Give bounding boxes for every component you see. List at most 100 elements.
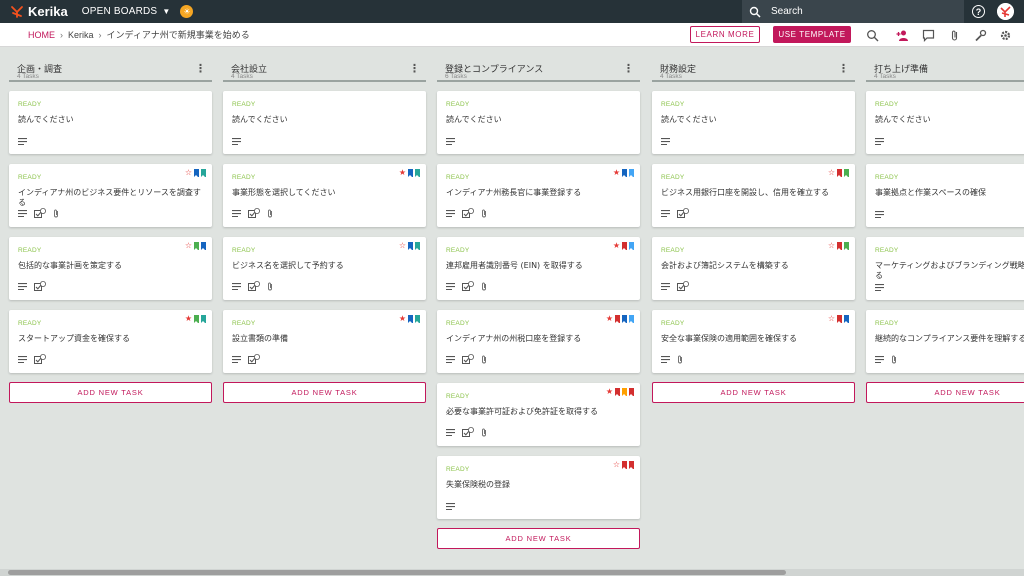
learn-more-button[interactable]: LEARN MORE (690, 26, 760, 43)
card-icons (446, 138, 455, 145)
checklist-icon (462, 427, 474, 437)
task-card[interactable]: ☆ READY ビジネス用銀行口座を開設し、信用を確立する (652, 164, 855, 227)
column-task-count: 4 Tasks (874, 73, 896, 80)
star-icon[interactable]: ★ (613, 242, 620, 250)
breadcrumb-home[interactable]: HOME (28, 30, 55, 40)
checklist-icon (248, 281, 260, 291)
search-label: Search (771, 6, 803, 17)
bookmark-flag-icon (844, 315, 849, 323)
wrench-icon[interactable] (974, 29, 987, 42)
add-new-task-button[interactable]: ADD NEW TASK (437, 528, 640, 549)
description-icon (232, 355, 241, 363)
star-icon[interactable]: ★ (613, 169, 620, 177)
attachment-icon (482, 355, 486, 363)
card-icons (661, 355, 683, 364)
task-card[interactable]: ★ READY 事業形態を選択してください (223, 164, 426, 227)
attachment-icon (482, 428, 486, 436)
task-card[interactable]: READY 読んでください (223, 91, 426, 154)
description-icon (18, 138, 27, 145)
column-task-count: 4 Tasks (660, 73, 682, 80)
more-vertical-icon[interactable]: ⋮ (838, 63, 849, 74)
open-boards-menu[interactable]: OPEN BOARDS ▼ (82, 6, 171, 17)
card-status: READY (661, 247, 685, 254)
add-person-icon[interactable] (896, 29, 909, 42)
avatar[interactable] (997, 3, 1014, 20)
more-vertical-icon[interactable]: ⋮ (623, 63, 634, 74)
task-card[interactable]: READY 読んでください (652, 91, 855, 154)
task-card[interactable]: READY 読んでください (437, 91, 640, 154)
task-card[interactable]: ★ READY インディアナ州務長官に事業登録する (437, 164, 640, 227)
star-icon[interactable]: ★ (399, 169, 406, 177)
task-card[interactable]: ☆ READY 会計および簿記システムを構築する (652, 237, 855, 300)
kerika-logo[interactable]: Kerika (10, 4, 68, 19)
description-icon (446, 355, 455, 363)
card-title: 安全な事業保険の適用範囲を確保する (661, 334, 797, 343)
star-outline-icon[interactable]: ☆ (399, 242, 406, 250)
task-card[interactable]: ☆ READY インディアナ州のビジネス要件とリソースを調査する (9, 164, 212, 227)
card-icons (18, 208, 59, 218)
more-vertical-icon[interactable]: ⋮ (409, 63, 420, 74)
chevron-right-icon: › (60, 29, 63, 40)
attachment-icon (54, 209, 58, 217)
task-card[interactable]: ★ READY 必要な事業許可証および免許証を取得する (437, 383, 640, 446)
use-template-button[interactable]: USE TEMPLATE (773, 26, 851, 43)
bookmark-flag-icon (629, 315, 634, 323)
more-vertical-icon[interactable]: ⋮ (195, 63, 206, 74)
gear-icon[interactable] (999, 29, 1012, 42)
bookmark-flag-icon (415, 169, 420, 177)
task-card[interactable]: READY マーケティングおよびブランディング戦略を策定する (866, 237, 1024, 300)
board-column: 企画・調査 4 Tasks ⋮ READY 読んでください ☆ READY インディアナ州のビ… (9, 58, 212, 403)
chat-icon[interactable] (922, 29, 935, 42)
description-icon (661, 138, 670, 145)
card-status: READY (446, 466, 470, 473)
card-title: ビジネス名を選択して予約する (232, 261, 344, 270)
add-new-task-button[interactable]: ADD NEW TASK (9, 382, 212, 403)
task-card[interactable]: ★ READY インディアナ州の州税口座を登録する (437, 310, 640, 373)
horizontal-scrollbar[interactable] (0, 569, 1024, 576)
open-boards-label: OPEN BOARDS (81, 6, 158, 17)
task-card[interactable]: READY 読んでください (866, 91, 1024, 154)
star-outline-icon[interactable]: ☆ (185, 242, 192, 250)
bookmark-flag-icon (408, 315, 413, 323)
task-card[interactable]: ☆ READY ビジネス名を選択して予約する (223, 237, 426, 300)
star-outline-icon[interactable]: ☆ (613, 461, 620, 469)
search-bar[interactable]: Search (742, 0, 964, 23)
card-title: 事業形態を選択してください (232, 188, 336, 197)
star-outline-icon[interactable]: ☆ (828, 242, 835, 250)
card-title: 包括的な事業計画を策定する (18, 261, 122, 270)
task-card[interactable]: READY 継続的なコンプライアンス要件を理解する (866, 310, 1024, 373)
help-icon[interactable]: ? (972, 5, 985, 18)
attachment-icon (678, 355, 682, 364)
star-icon[interactable]: ★ (185, 315, 192, 323)
add-new-task-button[interactable]: ADD NEW TASK (223, 382, 426, 403)
task-card[interactable]: ☆ READY 失業保険税の登録 (437, 456, 640, 519)
card-flags: ☆ (828, 169, 849, 177)
search-icon (749, 6, 761, 18)
scrollbar-thumb[interactable] (8, 570, 786, 575)
task-card[interactable]: READY 事業拠点と作業スペースの確保 (866, 164, 1024, 227)
card-status: READY (18, 174, 42, 181)
task-card[interactable]: ☆ READY 安全な事業保険の適用範囲を確保する (652, 310, 855, 373)
add-new-task-button[interactable]: ADD NEW TASK (652, 382, 855, 403)
task-card[interactable]: ★ READY スタートアップ資金を確保する (9, 310, 212, 373)
task-card[interactable]: ☆ READY 包括的な事業計画を策定する (9, 237, 212, 300)
breadcrumb-org[interactable]: Kerika (68, 30, 94, 40)
star-outline-icon[interactable]: ☆ (828, 315, 835, 323)
top-bar: Kerika OPEN BOARDS ▼ ☀ Search ? (0, 0, 1024, 23)
add-new-task-button[interactable]: ADD NEW TASK (866, 382, 1024, 403)
bookmark-flag-icon (201, 169, 206, 177)
attachment-icon[interactable] (948, 29, 961, 42)
search-icon[interactable] (866, 29, 879, 42)
sun-icon[interactable]: ☀ (180, 5, 194, 18)
star-icon[interactable]: ★ (399, 315, 406, 323)
task-card[interactable]: ★ READY 設立書類の準備 (223, 310, 426, 373)
task-card[interactable]: ★ READY 連邦雇用者識別番号 (EIN) を取得する (437, 237, 640, 300)
attachment-icon (268, 282, 272, 290)
star-outline-icon[interactable]: ☆ (828, 169, 835, 177)
star-icon[interactable]: ★ (606, 315, 613, 323)
task-card[interactable]: READY 読んでください (9, 91, 212, 154)
star-icon[interactable]: ★ (606, 388, 613, 396)
column-task-count: 4 Tasks (231, 73, 253, 80)
star-outline-icon[interactable]: ☆ (185, 169, 192, 177)
card-icons (661, 208, 689, 218)
